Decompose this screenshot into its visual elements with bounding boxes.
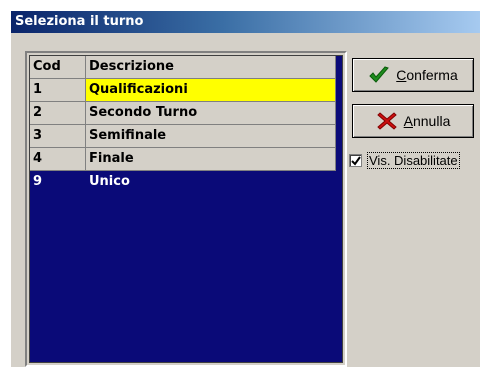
cell-cod: 1 bbox=[30, 79, 86, 102]
cell-cod: 4 bbox=[30, 148, 86, 171]
cell-cod: 9 bbox=[30, 171, 86, 194]
turn-grid-frame: Cod Descrizione 1 Qualificazioni 2 Secon… bbox=[25, 51, 347, 367]
cell-cod: 3 bbox=[30, 125, 86, 148]
column-header-descrizione[interactable]: Descrizione bbox=[86, 56, 336, 79]
show-disabled-checkbox[interactable] bbox=[349, 153, 362, 167]
window-title: Seleziona il turno bbox=[11, 11, 480, 33]
table-row[interactable]: 2 Secondo Turno bbox=[30, 102, 342, 125]
turn-grid[interactable]: Cod Descrizione 1 Qualificazioni 2 Secon… bbox=[29, 55, 343, 363]
column-header-cod[interactable]: Cod bbox=[30, 56, 86, 79]
checkmark-icon bbox=[351, 155, 361, 166]
cell-descrizione: Qualificazioni bbox=[86, 79, 336, 102]
check-icon bbox=[368, 65, 390, 85]
dialog-window: Seleziona il turno Cod Descrizione 1 Qua… bbox=[10, 10, 480, 367]
table-row-selected[interactable]: 9 Unico bbox=[30, 171, 342, 194]
cancel-button[interactable]: Annulla bbox=[352, 104, 474, 138]
cancel-label: Annulla bbox=[403, 113, 451, 129]
confirm-label: Conferma bbox=[396, 67, 458, 83]
confirm-button[interactable]: Conferma bbox=[352, 58, 474, 92]
x-icon bbox=[376, 111, 398, 131]
table-row[interactable]: 4 Finale bbox=[30, 148, 342, 171]
cell-descrizione: Semifinale bbox=[86, 125, 336, 148]
table-row[interactable]: 3 Semifinale bbox=[30, 125, 342, 148]
cell-descrizione: Secondo Turno bbox=[86, 102, 336, 125]
grid-header-row: Cod Descrizione bbox=[30, 56, 342, 79]
cell-descrizione: Unico bbox=[86, 171, 336, 194]
show-disabled-option[interactable]: Vis. Disabilitate bbox=[349, 151, 460, 169]
cell-descrizione: Finale bbox=[86, 148, 336, 171]
cell-cod: 2 bbox=[30, 102, 86, 125]
show-disabled-label[interactable]: Vis. Disabilitate bbox=[367, 151, 460, 169]
table-row[interactable]: 1 Qualificazioni bbox=[30, 79, 342, 102]
